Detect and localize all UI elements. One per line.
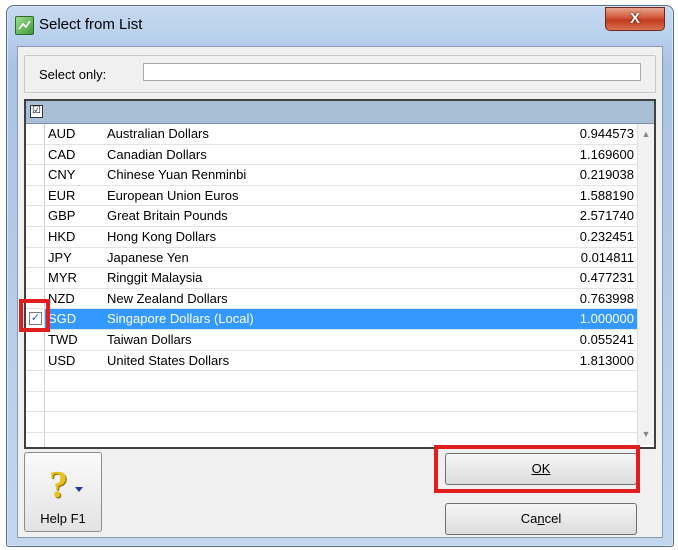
currency-row[interactable]: GBP Great Britain Pounds 2.571740	[26, 206, 638, 227]
close-icon: X	[629, 10, 640, 27]
currency-row[interactable]: JPY Japanese Yen 0.014811	[26, 247, 638, 269]
exchange-rate: 0.763998	[579, 290, 634, 306]
currency-row[interactable]	[26, 412, 638, 433]
currency-row[interactable]: EUR European Union Euros 1.588190	[26, 185, 638, 207]
currency-code: HKD	[48, 228, 76, 244]
currency-name: Chinese Yuan Renminbi	[107, 167, 247, 183]
row-checkbox-cell[interactable]	[26, 391, 45, 412]
row-checkbox-cell[interactable]	[26, 165, 45, 185]
currency-row[interactable]	[26, 391, 638, 413]
currency-name: Taiwan Dollars	[107, 331, 192, 347]
select-all-checkbox[interactable]: ☑	[30, 105, 43, 118]
currency-code: SGD	[48, 311, 77, 327]
exchange-rate: 2.571740	[579, 208, 634, 224]
exchange-rate: 0.055241	[579, 331, 634, 347]
currency-name: Canadian Dollars	[107, 146, 207, 162]
currency-row[interactable]: AUD Australian Dollars 0.944573	[26, 124, 638, 145]
currency-code: JPY	[48, 249, 72, 265]
currency-row[interactable]: HKD Hong Kong Dollars 0.232451	[26, 226, 638, 248]
currency-name: New Zealand Dollars	[107, 290, 228, 306]
row-checkbox-cell[interactable]	[26, 206, 45, 226]
window-title: Select from List	[39, 16, 143, 33]
currency-rows: AUD Australian Dollars 0.944573 CAD Canadian…	[26, 124, 638, 447]
currency-code: GBP	[48, 208, 76, 224]
row-checkbox-cell[interactable]	[26, 432, 45, 447]
currency-name: Singapore Dollars (Local)	[107, 311, 254, 327]
currency-row[interactable]: USD United States Dollars 1.813000	[26, 350, 638, 372]
cancel-label: Cancel	[520, 511, 562, 526]
row-checkbox-cell[interactable]	[26, 350, 45, 371]
close-button[interactable]: X	[605, 7, 665, 31]
currency-name: Japanese Yen	[107, 249, 189, 265]
exchange-rate: 0.477231	[579, 270, 634, 286]
exchange-rate: 0.232451	[579, 228, 634, 244]
currency-code: TWD	[48, 331, 78, 347]
row-checkbox-cell[interactable]	[26, 412, 45, 432]
row-checkbox-cell[interactable]	[26, 185, 45, 206]
highlight-ok-annotation	[434, 445, 640, 493]
filter-group: Select only:	[24, 55, 656, 93]
row-checkbox-cell[interactable]	[26, 329, 45, 350]
currency-row[interactable]: NZD New Zealand Dollars 0.763998	[26, 288, 638, 310]
currency-name: European Union Euros	[107, 187, 239, 203]
currency-list[interactable]: ☑ AUD Australian Dollars 0.944573 CAD Canadi…	[24, 99, 656, 449]
list-header: ☑	[26, 101, 654, 124]
currency-row[interactable]: CNY Chinese Yuan Renminbi 0.219038	[26, 165, 638, 186]
currency-code: NZD	[48, 290, 75, 306]
help-label: Help F1	[40, 511, 86, 526]
currency-name: Great Britain Pounds	[107, 208, 228, 224]
exchange-rate: 0.014811	[580, 249, 634, 265]
row-checkbox-cell[interactable]	[26, 268, 45, 288]
exchange-rate: 1.588190	[579, 187, 634, 203]
exchange-rate: 1.000000	[579, 311, 634, 327]
help-question-icon: ?	[49, 464, 68, 506]
cancel-button[interactable]: Cancel	[445, 503, 637, 535]
currency-code: AUD	[48, 126, 76, 141]
currency-name: Australian Dollars	[107, 126, 209, 141]
currency-code: CAD	[48, 146, 76, 162]
currency-row[interactable]: ✓ SGD Singapore Dollars (Local) 1.000000	[26, 309, 638, 330]
help-button[interactable]: ? Help F1	[24, 452, 102, 532]
currency-name: United States Dollars	[107, 352, 230, 368]
row-checkbox-cell[interactable]	[26, 144, 45, 165]
scroll-down-icon[interactable]: ▼	[638, 426, 654, 443]
row-checkbox-cell[interactable]	[26, 247, 45, 268]
app-icon	[15, 16, 34, 35]
currency-code: EUR	[48, 187, 76, 203]
currency-code: USD	[48, 352, 76, 368]
currency-row[interactable]	[26, 371, 638, 392]
currency-code: MYR	[48, 270, 77, 286]
row-checkbox-cell[interactable]	[26, 371, 45, 391]
currency-name: Hong Kong Dollars	[107, 228, 217, 244]
select-only-input[interactable]	[143, 63, 641, 81]
exchange-rate: 0.219038	[579, 167, 634, 183]
row-checkbox-cell[interactable]	[26, 124, 45, 144]
row-checkbox-cell[interactable]	[26, 226, 45, 247]
exchange-rate: 1.813000	[579, 352, 634, 368]
currency-code: CNY	[48, 167, 76, 183]
dropdown-caret-icon	[75, 487, 83, 492]
scroll-up-icon[interactable]: ▲	[638, 126, 654, 143]
currency-row[interactable]: TWD Taiwan Dollars 0.055241	[26, 329, 638, 351]
currency-name: Ringgit Malaysia	[107, 270, 203, 286]
select-only-label: Select only:	[39, 67, 107, 82]
exchange-rate: 1.169600	[579, 146, 634, 162]
currency-row[interactable]: CAD Canadian Dollars 1.169600	[26, 144, 638, 166]
highlight-checkbox-annotation	[19, 299, 50, 332]
vertical-scrollbar[interactable]: ▲ ▼	[637, 124, 654, 445]
exchange-rate: 0.944573	[579, 126, 634, 141]
currency-row[interactable]: MYR Ringgit Malaysia 0.477231	[26, 268, 638, 289]
